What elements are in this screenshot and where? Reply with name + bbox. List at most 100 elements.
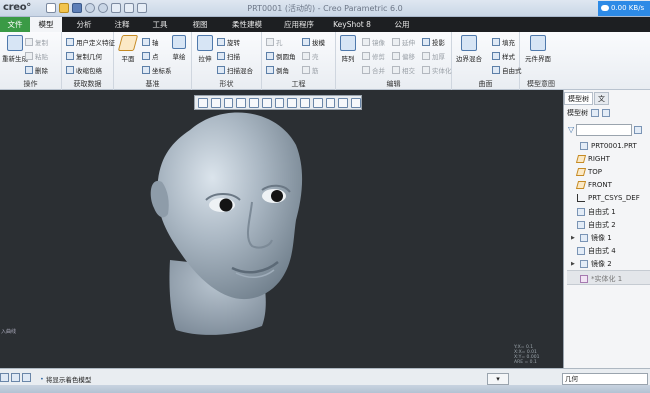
offset-button[interactable]: 偏移 xyxy=(392,51,415,61)
engineering-label[interactable]: 工程 xyxy=(262,79,335,89)
solidify-button[interactable]: 实体化 xyxy=(422,65,452,75)
revolve-icon xyxy=(217,38,225,46)
toggle-navigator-icon[interactable] xyxy=(0,373,9,382)
freestyle-icon xyxy=(577,221,585,229)
copy-button[interactable]: 复制 xyxy=(25,37,48,47)
plane-button[interactable]: 平面 xyxy=(117,35,139,63)
coordinate-system-button[interactable]: 坐标系 xyxy=(142,65,172,75)
panel-tabs: 模型树 文 xyxy=(564,92,650,105)
tab-tools[interactable]: 工具 xyxy=(144,17,176,32)
tree-item-mirror-1[interactable]: ▶ 镜像 1 xyxy=(571,233,612,243)
zoom-in-icon[interactable] xyxy=(210,97,221,108)
filter-options-icon[interactable] xyxy=(634,125,643,134)
thicken-icon xyxy=(422,52,430,60)
round-button[interactable]: 倒圆角 xyxy=(266,51,296,61)
tree-item-csys[interactable]: PRT_CSYS_DEF xyxy=(577,194,640,202)
tab-annotate[interactable]: 注释 xyxy=(106,17,138,32)
extrude-button[interactable]: 拉伸 xyxy=(197,35,213,63)
revolve-button[interactable]: 旋转 xyxy=(217,37,240,47)
tree-search-input[interactable] xyxy=(576,123,633,136)
get-data-label[interactable]: 获取数据 xyxy=(62,79,113,89)
datum-display-icon[interactable] xyxy=(300,97,310,108)
shrinkwrap-button[interactable]: 收缩包络 xyxy=(66,65,102,75)
tab-keyshot[interactable]: KeyShot 8 xyxy=(330,17,374,32)
tree-item-mirror-2[interactable]: ▶ 镜像 2 xyxy=(571,259,612,269)
refit-icon[interactable] xyxy=(198,97,208,108)
tree-show-icon[interactable] xyxy=(602,109,610,117)
tree-item-top[interactable]: TOP xyxy=(575,168,602,176)
zoom-out-icon[interactable] xyxy=(223,97,234,108)
surfaces-label[interactable]: 曲面 xyxy=(452,79,519,89)
extend-button[interactable]: 延伸 xyxy=(392,37,415,47)
component-interface-button[interactable]: 元件界面 xyxy=(525,35,551,63)
tab-applications[interactable]: 应用程序 xyxy=(278,17,320,32)
point-button[interactable]: 点 xyxy=(142,51,159,61)
spin-center-icon[interactable] xyxy=(325,97,336,108)
rib-button[interactable]: 筋 xyxy=(302,65,319,75)
perspective-icon[interactable] xyxy=(287,97,298,108)
swept-blend-button[interactable]: 扫描混合 xyxy=(217,65,253,75)
draft-button[interactable]: 拔模 xyxy=(302,37,325,47)
pattern-button[interactable]: 阵列 xyxy=(340,35,356,63)
graphics-viewport[interactable]: 入曲线 xyxy=(0,90,563,368)
toggle-browser-icon[interactable] xyxy=(11,373,20,382)
tab-file[interactable]: 文件 xyxy=(0,17,30,32)
axis-button[interactable]: 轴 xyxy=(142,37,159,47)
tree-settings-icon[interactable] xyxy=(591,109,599,117)
selection-filter-select[interactable]: 几何 xyxy=(562,373,648,385)
tab-common[interactable]: 公用 xyxy=(388,17,416,32)
user-defined-feature-button[interactable]: 用户定义特征 xyxy=(66,37,115,47)
trim-button[interactable]: 修剪 xyxy=(362,51,385,61)
shapes-label[interactable]: 形状 xyxy=(192,79,261,89)
saved-orientations-icon[interactable] xyxy=(261,97,272,108)
tab-view[interactable]: 视图 xyxy=(184,17,216,32)
freestyle-button[interactable]: 自由式 xyxy=(492,65,522,75)
sketcher-display-icon[interactable] xyxy=(338,97,349,108)
display-style-icon[interactable] xyxy=(249,97,259,108)
fullscreen-icon[interactable] xyxy=(22,373,31,382)
sweep-button[interactable]: 扫描 xyxy=(217,51,240,61)
boundary-blend-button[interactable]: 边界混合 xyxy=(456,35,482,63)
hole-button[interactable]: 孔 xyxy=(266,37,283,47)
delete-button[interactable]: 删除 xyxy=(25,65,48,75)
paste-button[interactable]: 粘贴 xyxy=(25,51,48,61)
sketch-button[interactable]: 草绘 xyxy=(172,35,186,61)
tree-item-freestyle-2[interactable]: 自由式 2 xyxy=(577,220,616,230)
head-model[interactable] xyxy=(0,90,563,368)
thicken-button[interactable]: 加厚 xyxy=(422,51,445,61)
tree-item-freestyle-1[interactable]: 自由式 1 xyxy=(577,207,616,217)
find-binoculars-icon[interactable]: ▾ xyxy=(487,373,509,385)
tab-folder[interactable]: 文 xyxy=(594,92,609,105)
annotation-display-icon[interactable] xyxy=(312,97,323,108)
intersect-button[interactable]: 相交 xyxy=(392,65,415,75)
tree-item-front[interactable]: FRONT xyxy=(575,181,612,189)
freestyle-icon xyxy=(577,208,585,216)
tree-item-part[interactable]: PRT0001.PRT xyxy=(571,142,637,150)
tree-item-solidify-1[interactable]: *实体化 1 xyxy=(580,274,622,284)
window-title: PRT0001 (活动的) - Creo Parametric 6.0 xyxy=(247,4,403,13)
style-button[interactable]: 样式 xyxy=(492,51,515,61)
project-button[interactable]: 投影 xyxy=(422,37,445,47)
editing-label[interactable]: 编辑 xyxy=(336,79,451,89)
operations-label[interactable]: 操作 xyxy=(0,79,61,89)
tree-item-freestyle-4[interactable]: 自由式 4 xyxy=(577,246,616,256)
tab-flexible-modeling[interactable]: 柔性建模 xyxy=(226,17,268,32)
tab-analysis[interactable]: 分析 xyxy=(68,17,100,32)
mirror-button[interactable]: 镜像 xyxy=(362,37,385,47)
section-icon[interactable] xyxy=(351,97,361,108)
datum-label[interactable]: 基准 xyxy=(114,79,191,89)
tab-model-tree[interactable]: 模型树 xyxy=(564,92,593,105)
model-intent-label[interactable]: 模型意图 xyxy=(520,79,562,89)
tree-item-right[interactable]: RIGHT xyxy=(575,155,610,163)
view-manager-icon[interactable] xyxy=(274,97,285,108)
tree-title[interactable]: 模型树 xyxy=(567,108,588,118)
group-surfaces: 边界混合 填充 样式 自由式 曲面 xyxy=(452,32,522,90)
filter-icon[interactable]: ▽ xyxy=(568,125,574,134)
chamfer-button[interactable]: 倒角 xyxy=(266,65,289,75)
fill-button[interactable]: 填充 xyxy=(492,37,515,47)
copy-geometry-button[interactable]: 复制几何 xyxy=(66,51,102,61)
tab-model[interactable]: 模型 xyxy=(30,17,62,32)
repaint-icon[interactable] xyxy=(236,97,247,108)
merge-button[interactable]: 合并 xyxy=(362,65,385,75)
shell-button[interactable]: 壳 xyxy=(302,51,319,61)
